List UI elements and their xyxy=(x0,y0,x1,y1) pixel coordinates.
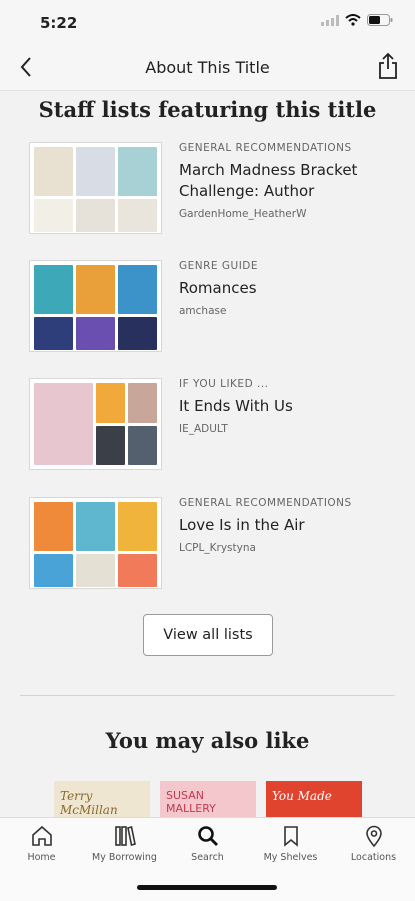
list-owner: LCPL_Krystyna xyxy=(179,542,256,554)
list-thumbnail xyxy=(29,260,162,352)
list-category: IF YOU LIKED ... xyxy=(179,378,269,390)
list-category: GENERAL RECOMMENDATIONS xyxy=(179,142,352,154)
location-pin-icon xyxy=(365,825,382,848)
wifi-icon xyxy=(345,14,361,26)
tab-my-borrowing[interactable]: My Borrowing xyxy=(83,824,166,863)
also-like-heading: You may also like xyxy=(105,728,310,753)
list-name: March Madness Bracket Challenge: Author xyxy=(179,161,358,200)
list-thumbnail xyxy=(29,497,162,589)
recommended-cover[interactable]: Terry McMillan xyxy=(54,781,150,817)
status-icons xyxy=(321,14,393,26)
list-name: Love Is in the Air xyxy=(179,516,305,534)
tab-label: Locations xyxy=(350,852,397,863)
list-name: Romances xyxy=(179,279,257,297)
cover-text: Terry McMillan xyxy=(54,781,150,817)
list-owner: IE_ADULT xyxy=(179,423,228,435)
books-icon xyxy=(114,825,136,847)
status-time: 5:22 xyxy=(40,14,78,32)
tab-label: Search xyxy=(191,852,224,863)
list-owner: amchase xyxy=(179,305,227,317)
tab-search[interactable]: Search xyxy=(166,824,249,863)
battery-icon xyxy=(367,14,393,26)
tab-label: My Shelves xyxy=(263,852,318,863)
scroll-content[interactable]: Staff lists featuring this title GENERAL… xyxy=(0,91,415,817)
nav-bar: About This Title xyxy=(0,44,415,91)
tab-home[interactable]: Home xyxy=(0,824,83,863)
section-divider xyxy=(20,695,395,696)
tab-label: Home xyxy=(27,852,56,863)
bookmark-icon xyxy=(283,826,298,847)
staff-list-card[interactable]: GENERAL RECOMMENDATIONS Love Is in the A… xyxy=(29,497,389,593)
cover-text: You Made xyxy=(266,781,362,817)
search-icon xyxy=(197,826,218,846)
list-thumbnail xyxy=(29,378,162,470)
page-title: About This Title xyxy=(145,58,270,77)
list-owner: GardenHome_HeatherW xyxy=(179,208,307,220)
signal-icon xyxy=(321,14,339,26)
staff-lists-heading: Staff lists featuring this title xyxy=(38,97,377,122)
share-icon xyxy=(379,52,397,79)
recommended-cover[interactable]: You Made xyxy=(266,781,362,817)
status-bar: 5:22 xyxy=(0,0,415,44)
recommended-cover[interactable]: SUSAN MALLERY xyxy=(160,781,256,817)
list-thumbnail xyxy=(29,142,162,234)
tab-my-shelves[interactable]: My Shelves xyxy=(249,824,332,863)
staff-list-card[interactable]: GENERAL RECOMMENDATIONS March Madness Br… xyxy=(29,142,389,238)
tab-locations[interactable]: Locations xyxy=(332,824,415,863)
staff-list-card[interactable]: IF YOU LIKED ... It Ends With Us IE_ADUL… xyxy=(29,378,389,474)
tab-label: My Borrowing xyxy=(92,852,157,863)
view-all-lists-button[interactable]: View all lists xyxy=(143,614,273,656)
share-button[interactable] xyxy=(375,52,401,80)
list-category: GENERAL RECOMMENDATIONS xyxy=(179,497,352,509)
home-icon xyxy=(31,825,52,846)
list-category: GENRE GUIDE xyxy=(179,260,259,272)
list-name: It Ends With Us xyxy=(179,397,293,415)
cover-text: SUSAN MALLERY xyxy=(160,781,256,817)
staff-list-card[interactable]: GENRE GUIDE Romances amchase xyxy=(29,260,389,356)
home-indicator xyxy=(137,885,277,890)
